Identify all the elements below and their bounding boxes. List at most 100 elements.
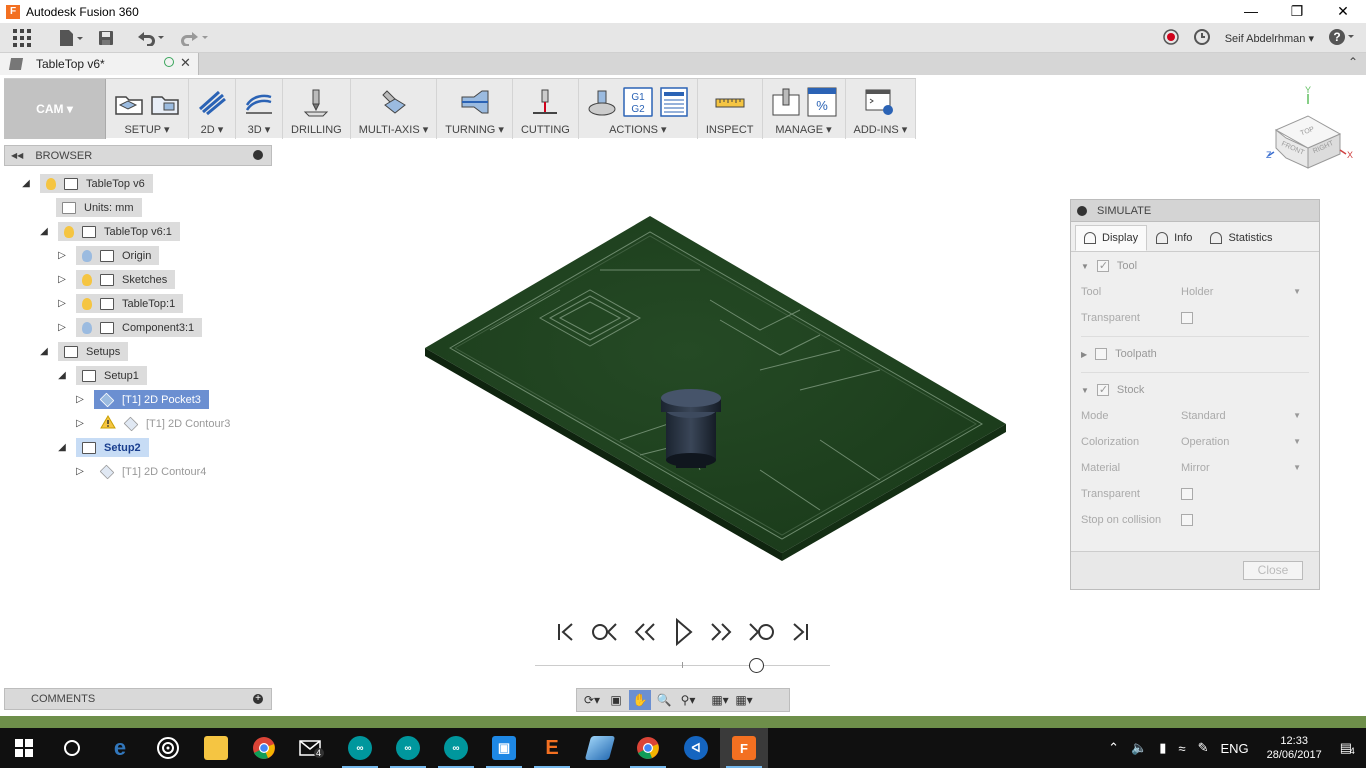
3d-toolpath-icon[interactable]	[244, 87, 274, 117]
tree-node-setup1[interactable]: Setup1	[76, 366, 147, 385]
maximize-icon[interactable]: ❐	[1274, 0, 1320, 23]
user-account-menu[interactable]: Seif Abdelrhman ▾	[1225, 32, 1314, 45]
job-status-clock-icon[interactable]	[1193, 28, 1211, 49]
tab-info[interactable]: Info	[1147, 225, 1201, 251]
taskbar-file-explorer[interactable]	[192, 728, 240, 768]
tree-row-component[interactable]: ◢ TableTop v6:1	[38, 222, 180, 241]
stock-board[interactable]	[425, 216, 1006, 561]
cutting-group[interactable]: CUTTING	[513, 79, 579, 139]
taskbar-chrome-2[interactable]	[624, 728, 672, 768]
collapsed-triangle-icon[interactable]: ▷	[74, 418, 86, 430]
visibility-bulb-icon[interactable]	[46, 177, 56, 190]
tool-select[interactable]: Holder ▼	[1181, 286, 1301, 298]
view-cube[interactable]: Y TOP FRONT RIGHT Z X	[1262, 86, 1358, 176]
stock-checkbox[interactable]	[1096, 383, 1109, 396]
tree-root[interactable]: ◢ TableTop v6	[20, 174, 153, 193]
tree-row-contour3[interactable]: ▷ [T1] 2D Contour3	[74, 414, 238, 433]
file-menu-icon[interactable]	[58, 25, 84, 51]
tool-section-header[interactable]: ▼ Tool	[1081, 259, 1137, 272]
taskbar-arduino-2[interactable]: ∞	[384, 728, 432, 768]
tree-row-setups[interactable]: ◢ Setups	[38, 342, 129, 361]
go-to-end-icon[interactable]	[782, 620, 818, 644]
undo-icon[interactable]	[136, 25, 166, 51]
wifi-icon[interactable]: ≈	[1178, 741, 1185, 756]
visibility-bulb-icon[interactable]	[64, 225, 74, 238]
taskbar-app-e[interactable]: E	[528, 728, 576, 768]
cortana-search-button[interactable]	[48, 728, 96, 768]
collapsed-triangle-icon[interactable]: ▷	[74, 394, 86, 406]
data-panel-grid-icon[interactable]	[12, 25, 32, 51]
grid-settings-icon[interactable]: ▦▾	[733, 690, 755, 710]
collapsed-triangle-icon[interactable]: ▷	[56, 250, 68, 262]
tree-node-component[interactable]: TableTop v6:1	[58, 222, 180, 241]
tree-row-origin[interactable]: ▷ Origin	[56, 246, 160, 265]
stock-section-header[interactable]: ▼ Stock	[1081, 383, 1144, 396]
toolpath-checkbox[interactable]	[1095, 348, 1108, 360]
tree-node-pocket3[interactable]: [T1] 2D Pocket3	[94, 390, 209, 409]
stock-transparent-checkbox[interactable]	[1181, 488, 1193, 500]
taskbar-app-blue[interactable]	[576, 728, 624, 768]
multi-axis-group[interactable]: MULTI-AXIS ▾	[351, 79, 438, 139]
measure-icon[interactable]	[715, 88, 745, 118]
tree-row-units[interactable]: Units: mm	[56, 198, 142, 217]
tree-row-contour4[interactable]: ▷ [T1] 2D Contour4	[74, 462, 214, 481]
taskbar-bluetooth[interactable]: ᐊ	[672, 728, 720, 768]
collapsed-triangle-icon[interactable]: ▷	[56, 322, 68, 334]
new-setup-icon[interactable]	[114, 87, 144, 117]
expanded-triangle-icon[interactable]: ◢	[20, 178, 32, 190]
2d-group[interactable]: 2D ▾	[189, 79, 236, 139]
chevron-up-icon[interactable]: ⌃	[1108, 740, 1119, 756]
collapsed-triangle-icon[interactable]: ▷	[56, 298, 68, 310]
orbit-icon[interactable]: ⟳▾	[581, 690, 603, 710]
taskbar-chrome[interactable]	[240, 728, 288, 768]
3d-group[interactable]: 3D ▾	[236, 79, 283, 139]
multi-axis-icon[interactable]	[379, 87, 409, 117]
browser-minimize-icon[interactable]	[253, 150, 263, 160]
tree-row-sketches[interactable]: ▷ Sketches	[56, 270, 176, 289]
visibility-bulb-icon[interactable]	[82, 297, 92, 310]
cutting-tool[interactable]	[661, 389, 721, 468]
toolpath-section-header[interactable]: ▶ Toolpath	[1081, 348, 1157, 360]
taskbar-arduino-3[interactable]: ∞	[432, 728, 480, 768]
redo-icon[interactable]	[180, 25, 210, 51]
manage-group[interactable]: % MANAGE ▾	[763, 79, 846, 139]
save-icon[interactable]	[98, 25, 114, 51]
tool-library-icon[interactable]	[771, 87, 801, 117]
close-window-icon[interactable]: ✕	[1320, 0, 1366, 23]
tree-row-component3[interactable]: ▷ Component3:1	[56, 318, 203, 337]
turning-icon[interactable]	[460, 87, 490, 117]
go-to-start-icon[interactable]	[548, 620, 584, 644]
taskbar-mail[interactable]: 4	[288, 728, 336, 768]
expanded-triangle-icon[interactable]: ▼	[1081, 386, 1089, 395]
display-settings-icon[interactable]: ▦▾	[709, 690, 731, 710]
add-comment-icon[interactable]: +	[253, 694, 263, 704]
tree-row-tabletop[interactable]: ▷ TableTop:1	[56, 294, 184, 313]
taskbar-edge[interactable]: e	[96, 728, 144, 768]
fit-zoom-icon[interactable]: ⚲▾	[677, 690, 699, 710]
template-library-icon[interactable]: %	[807, 87, 837, 117]
stop-on-collision-checkbox[interactable]	[1181, 514, 1193, 526]
action-center-icon[interactable]: ▤ 4	[1340, 740, 1355, 756]
post-process-g1g2-icon[interactable]: G1G2	[623, 87, 653, 117]
tab-statistics[interactable]: Statistics	[1201, 225, 1281, 251]
volume-icon[interactable]: 🔈	[1131, 740, 1147, 756]
tab-display[interactable]: Display	[1075, 225, 1148, 251]
visibility-bulb-icon[interactable]	[82, 321, 92, 334]
tool-transparent-checkbox[interactable]	[1181, 312, 1193, 324]
collapsed-triangle-icon[interactable]: ▷	[56, 274, 68, 286]
turning-group[interactable]: TURNING ▾	[437, 79, 513, 139]
input-language[interactable]: ENG	[1220, 741, 1248, 756]
tree-node-document[interactable]: TableTop v6	[40, 174, 153, 193]
battery-icon[interactable]: ▮	[1159, 740, 1166, 756]
tree-node-contour4[interactable]: [T1] 2D Contour4	[94, 462, 214, 481]
tree-row-setup1[interactable]: ◢ Setup1	[56, 366, 147, 385]
collapsed-triangle-icon[interactable]: ▷	[74, 466, 86, 478]
step-back-icon[interactable]	[626, 620, 662, 644]
cutting-icon[interactable]	[530, 88, 560, 118]
setup-sheet-icon[interactable]	[659, 87, 689, 117]
taskbar-app-target[interactable]	[144, 728, 192, 768]
setup-group[interactable]: SETUP ▾	[106, 79, 189, 139]
visibility-bulb-icon[interactable]	[82, 273, 92, 286]
tree-row-pocket3[interactable]: ▷ [T1] 2D Pocket3	[74, 390, 209, 409]
close-tab-icon[interactable]: ✕	[180, 55, 191, 71]
